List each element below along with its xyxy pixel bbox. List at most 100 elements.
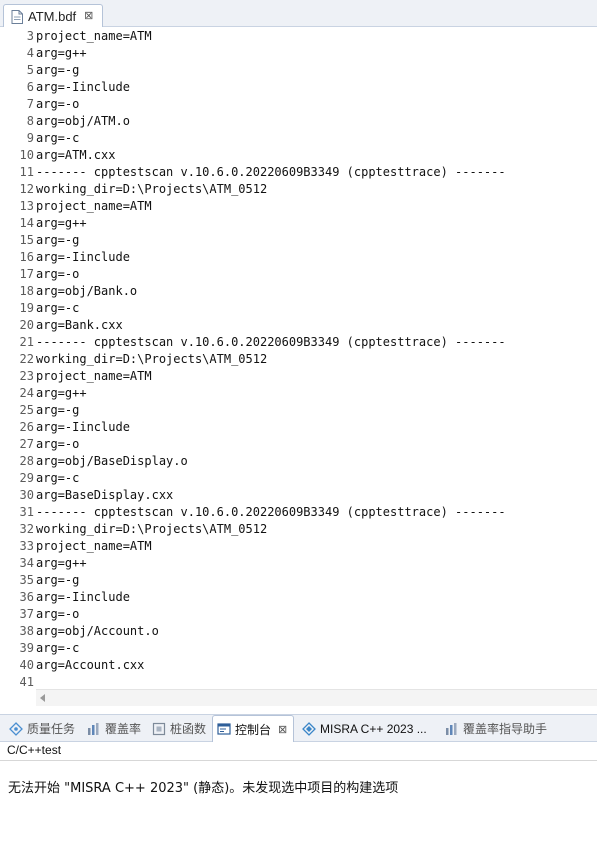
code-line[interactable]: 22 working_dir=D:\Projects\ATM_0512 bbox=[0, 351, 597, 368]
code-line[interactable]: 37 arg=-o bbox=[0, 606, 597, 623]
tab-quality-tasks[interactable]: 质量任务 bbox=[9, 715, 75, 742]
line-number: 10 bbox=[19, 148, 34, 162]
line-text[interactable]: arg=-Iinclude bbox=[36, 419, 130, 436]
scroll-left-icon[interactable] bbox=[40, 694, 45, 702]
code-line[interactable]: 6 arg=-Iinclude bbox=[0, 79, 597, 96]
line-text[interactable]: arg=obj/Account.o bbox=[36, 623, 159, 640]
line-text[interactable]: arg=obj/Bank.o bbox=[36, 283, 137, 300]
code-line[interactable]: 39 arg=-c bbox=[0, 640, 597, 657]
line-text[interactable]: arg=-c bbox=[36, 130, 79, 147]
line-text[interactable]: arg=-o bbox=[36, 606, 79, 623]
line-text[interactable]: arg=Bank.cxx bbox=[36, 317, 123, 334]
line-text[interactable]: arg=-c bbox=[36, 470, 79, 487]
editor-tab-atm-bdf[interactable]: ATM.bdf ⊠ bbox=[3, 4, 103, 28]
line-text[interactable]: arg=-Iinclude bbox=[36, 589, 130, 606]
code-line[interactable]: 26 arg=-Iinclude bbox=[0, 419, 597, 436]
line-text[interactable]: working_dir=D:\Projects\ATM_0512 bbox=[36, 181, 267, 198]
line-text[interactable]: arg=-g bbox=[36, 572, 79, 589]
line-text[interactable]: arg=-g bbox=[36, 62, 79, 79]
tab-stub-functions[interactable]: 桩函数 bbox=[152, 715, 206, 742]
line-text[interactable]: ------- cpptestscan v.10.6.0.20220609B33… bbox=[36, 334, 506, 351]
line-text[interactable]: arg=-Iinclude bbox=[36, 249, 130, 266]
code-line[interactable]: 40 arg=Account.cxx bbox=[0, 657, 597, 674]
line-text[interactable]: arg=-g bbox=[36, 402, 79, 419]
line-text[interactable]: arg=-Iinclude bbox=[36, 79, 130, 96]
line-text[interactable]: arg=-o bbox=[36, 436, 79, 453]
line-text[interactable]: arg=obj/ATM.o bbox=[36, 113, 130, 130]
line-number: 30 bbox=[19, 488, 34, 502]
tab-console[interactable]: 控制台 ⊠ bbox=[212, 715, 295, 742]
code-line[interactable]: 21 ------- cpptestscan v.10.6.0.20220609B… bbox=[0, 334, 597, 351]
line-text[interactable]: project_name=ATM bbox=[36, 198, 152, 215]
line-number: 13 bbox=[19, 199, 34, 213]
line-text[interactable]: arg=BaseDisplay.cxx bbox=[36, 487, 173, 504]
code-line[interactable]: 4 arg=g++ bbox=[0, 45, 597, 62]
console-title: C/C++test bbox=[7, 743, 62, 757]
line-number: 38 bbox=[19, 624, 34, 638]
line-number: 4 bbox=[26, 46, 34, 60]
code-line[interactable]: 38 arg=obj/Account.o bbox=[0, 623, 597, 640]
line-text[interactable]: project_name=ATM bbox=[36, 538, 152, 555]
line-text[interactable]: working_dir=D:\Projects\ATM_0512 bbox=[36, 521, 267, 538]
code-line[interactable]: 20 arg=Bank.cxx bbox=[0, 317, 597, 334]
text-editor[interactable]: 3 project_name=ATM 4 arg=g++ 5 arg=-g 6 arg=-Ii… bbox=[0, 27, 597, 689]
code-line[interactable]: 8 arg=obj/ATM.o bbox=[0, 113, 597, 130]
code-line[interactable]: 5 arg=-g bbox=[0, 62, 597, 79]
code-line[interactable]: 23 project_name=ATM bbox=[0, 368, 597, 385]
close-icon[interactable]: ⊠ bbox=[278, 723, 287, 736]
quality-tasks-icon bbox=[9, 721, 23, 736]
line-text[interactable]: arg=obj/BaseDisplay.o bbox=[36, 453, 188, 470]
line-text[interactable]: working_dir=D:\Projects\ATM_0512 bbox=[36, 351, 267, 368]
code-line[interactable]: 12 working_dir=D:\Projects\ATM_0512 bbox=[0, 181, 597, 198]
tab-coverage[interactable]: 覆盖率 bbox=[87, 715, 141, 742]
code-line[interactable]: 9 arg=-c bbox=[0, 130, 597, 147]
line-text[interactable]: arg=-c bbox=[36, 640, 79, 657]
code-line[interactable]: 14 arg=g++ bbox=[0, 215, 597, 232]
line-text[interactable]: ------- cpptestscan v.10.6.0.20220609B33… bbox=[36, 504, 506, 521]
close-icon[interactable]: ⊠ bbox=[84, 11, 93, 22]
code-line[interactable]: 11 ------- cpptestscan v.10.6.0.20220609B… bbox=[0, 164, 597, 181]
code-line[interactable]: 16 arg=-Iinclude bbox=[0, 249, 597, 266]
line-text[interactable]: arg=-g bbox=[36, 232, 79, 249]
tab-stub-functions-label: 桩函数 bbox=[170, 722, 207, 736]
tab-misra[interactable]: MISRA C++ 2023 ... bbox=[302, 715, 427, 742]
code-line[interactable]: 31 ------- cpptestscan v.10.6.0.20220609B… bbox=[0, 504, 597, 521]
code-line[interactable]: 19 arg=-c bbox=[0, 300, 597, 317]
line-text[interactable]: arg=ATM.cxx bbox=[36, 147, 115, 164]
code-line[interactable]: 10 arg=ATM.cxx bbox=[0, 147, 597, 164]
line-text[interactable]: arg=-c bbox=[36, 300, 79, 317]
line-number: 11 bbox=[19, 165, 34, 179]
line-text[interactable]: project_name=ATM bbox=[36, 368, 152, 385]
line-text[interactable]: arg=g++ bbox=[36, 385, 87, 402]
line-number: 23 bbox=[19, 369, 34, 383]
code-line[interactable]: 13 project_name=ATM bbox=[0, 198, 597, 215]
line-text[interactable]: project_name=ATM bbox=[36, 28, 152, 45]
line-text[interactable]: arg=g++ bbox=[36, 555, 87, 572]
divider bbox=[0, 760, 597, 761]
line-text[interactable]: arg=g++ bbox=[36, 45, 87, 62]
code-line[interactable]: 33 project_name=ATM bbox=[0, 538, 597, 555]
code-line[interactable]: 15 arg=-g bbox=[0, 232, 597, 249]
code-line[interactable]: 36 arg=-Iinclude bbox=[0, 589, 597, 606]
code-line[interactable]: 3 project_name=ATM bbox=[0, 28, 597, 45]
code-line[interactable]: 34 arg=g++ bbox=[0, 555, 597, 572]
line-text[interactable]: arg=-o bbox=[36, 266, 79, 283]
line-text[interactable]: arg=Account.cxx bbox=[36, 657, 144, 674]
code-line[interactable]: 29 arg=-c bbox=[0, 470, 597, 487]
code-line[interactable]: 18 arg=obj/Bank.o bbox=[0, 283, 597, 300]
code-line[interactable]: 24 arg=g++ bbox=[0, 385, 597, 402]
code-line[interactable]: 17 arg=-o bbox=[0, 266, 597, 283]
code-line[interactable]: 27 arg=-o bbox=[0, 436, 597, 453]
line-text[interactable]: arg=-o bbox=[36, 96, 79, 113]
code-line[interactable]: 32 working_dir=D:\Projects\ATM_0512 bbox=[0, 521, 597, 538]
code-line[interactable]: 25 arg=-g bbox=[0, 402, 597, 419]
horizontal-scrollbar[interactable] bbox=[36, 689, 597, 706]
code-line[interactable]: 30 arg=BaseDisplay.cxx bbox=[0, 487, 597, 504]
code-line[interactable]: 28 arg=obj/BaseDisplay.o bbox=[0, 453, 597, 470]
line-number: 15 bbox=[19, 233, 34, 247]
code-line[interactable]: 7 arg=-o bbox=[0, 96, 597, 113]
code-line[interactable]: 35 arg=-g bbox=[0, 572, 597, 589]
line-text[interactable]: ------- cpptestscan v.10.6.0.20220609B33… bbox=[36, 164, 506, 181]
line-text[interactable]: arg=g++ bbox=[36, 215, 87, 232]
tab-coverage-advisor[interactable]: 覆盖率指导助手 bbox=[445, 715, 547, 742]
